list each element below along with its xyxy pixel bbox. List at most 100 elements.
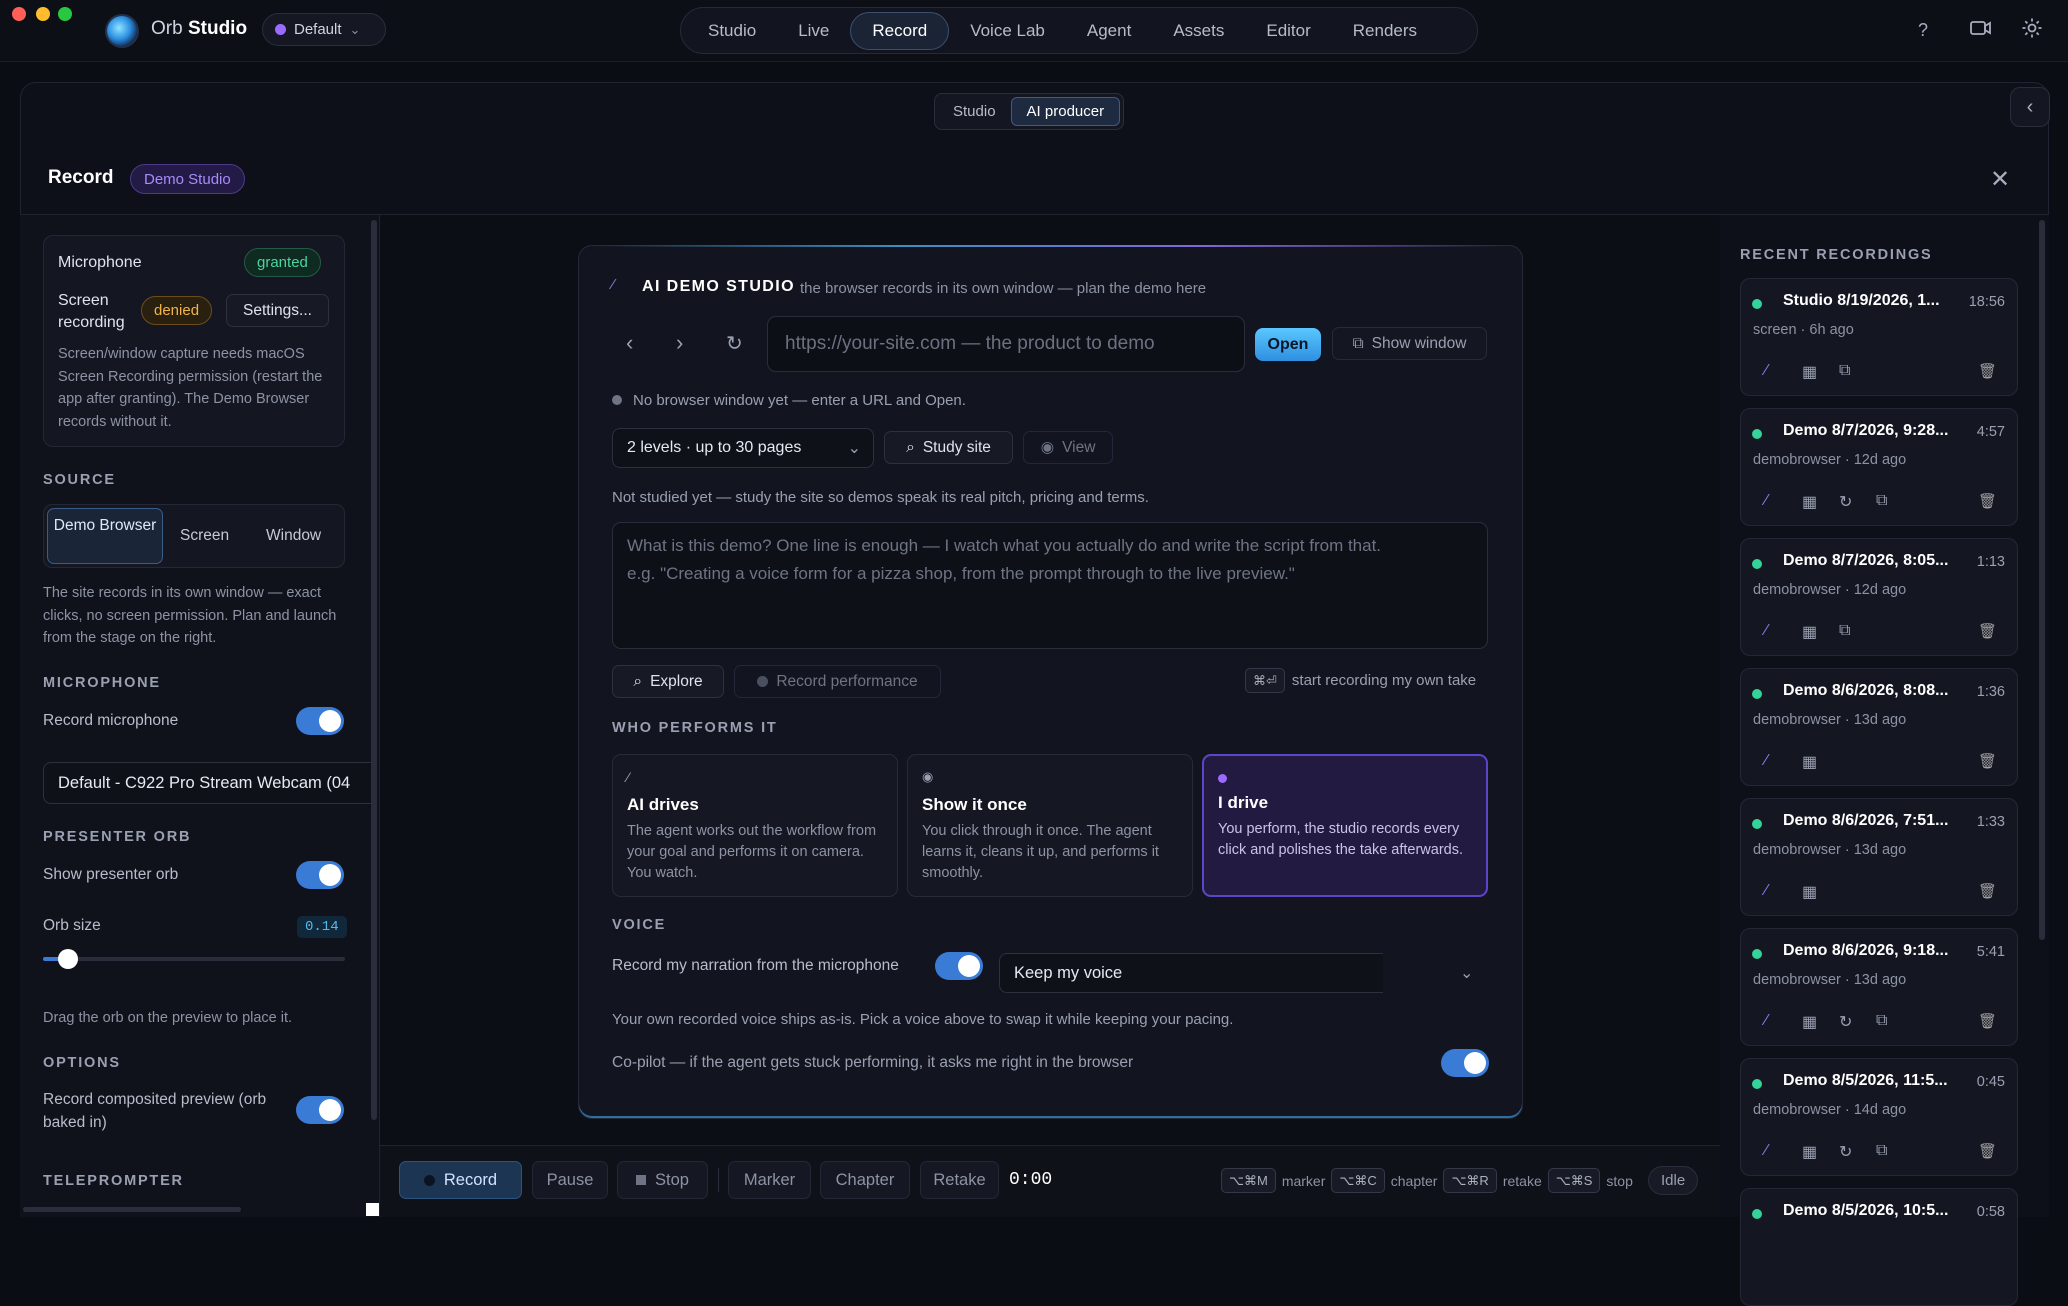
recording-item[interactable]: Demo 8/5/2026, 10:5... 0:58	[1740, 1188, 2018, 1306]
back-chevron-icon[interactable]: ‹	[626, 330, 633, 356]
source-screen[interactable]: Screen	[180, 527, 229, 545]
resize-handle[interactable]	[366, 1203, 379, 1216]
wand-icon[interactable]: ⁄	[1765, 882, 1768, 900]
trash-icon[interactable]: 🗑	[1978, 362, 1997, 380]
crawl-depth-select[interactable]: 2 levels · up to 30 pages ⌄	[612, 428, 874, 468]
show-presenter-orb-toggle[interactable]	[296, 861, 344, 889]
profile-selector[interactable]: Default ⌄	[262, 13, 386, 46]
recording-item[interactable]: Demo 8/6/2026, 9:18... 5:41 demobrowser · …	[1740, 928, 2018, 1046]
open-button[interactable]: Open	[1255, 328, 1321, 361]
film-icon[interactable]: ▦	[1802, 362, 1817, 382]
trash-icon[interactable]: 🗑	[1978, 492, 1997, 510]
mode-ai-producer[interactable]: AI producer	[1010, 97, 1121, 126]
demo-goal-textarea[interactable]: What is this demo? One line is enough — …	[612, 522, 1488, 649]
microphone-device-select[interactable]: Default - C922 Pro Stream Webcam (04	[43, 762, 371, 804]
copilot-toggle[interactable]	[1441, 1049, 1489, 1077]
source-window[interactable]: Window	[266, 527, 321, 545]
crawl-depth-value: 2 levels · up to 30 pages	[627, 439, 802, 456]
status-dot-icon	[1752, 429, 1762, 439]
close-window-icon[interactable]	[12, 7, 26, 21]
reload-icon[interactable]: ↻	[726, 331, 743, 356]
recording-item[interactable]: Demo 8/7/2026, 8:05... 1:13 demobrowser · …	[1740, 538, 2018, 656]
external-link-icon[interactable]: ⧉	[1876, 1142, 1887, 1160]
mode-studio[interactable]: Studio	[938, 97, 1011, 126]
chapter-button[interactable]: Chapter	[820, 1161, 910, 1199]
chevron-down-icon[interactable]: ⌄	[1460, 963, 1473, 983]
minimize-window-icon[interactable]	[36, 7, 50, 21]
nav-tab-assets[interactable]: Assets	[1152, 12, 1245, 50]
composited-preview-toggle[interactable]	[296, 1096, 344, 1124]
external-link-icon[interactable]: ⧉	[1876, 492, 1887, 510]
record-microphone-toggle[interactable]	[296, 707, 344, 735]
record-performance-button[interactable]: Record performance	[734, 665, 941, 698]
retake-button[interactable]: Retake	[920, 1161, 999, 1199]
nav-tab-voice-lab[interactable]: Voice Lab	[949, 12, 1066, 50]
wand-icon[interactable]: ⁄	[1765, 1012, 1768, 1030]
who-performs-heading: WHO PERFORMS IT	[612, 720, 778, 736]
url-input[interactable]: https://your-site.com — the product to d…	[767, 316, 1245, 372]
wand-icon[interactable]: ⁄	[1765, 752, 1768, 770]
wand-icon[interactable]: ⁄	[1765, 1142, 1768, 1160]
film-icon[interactable]: ▦	[1802, 622, 1817, 642]
zoom-window-icon[interactable]	[58, 7, 72, 21]
narration-toggle[interactable]	[935, 952, 983, 980]
close-icon[interactable]: ✕	[1990, 165, 2010, 194]
film-icon[interactable]: ▦	[1802, 752, 1817, 772]
trash-icon[interactable]: 🗑	[1978, 1012, 1997, 1030]
view-button[interactable]: ◉ View	[1023, 431, 1113, 464]
recording-item[interactable]: Demo 8/6/2026, 7:51... 1:33 demobrowser · …	[1740, 798, 2018, 916]
sidebar-horizontal-scrollbar[interactable]	[23, 1207, 241, 1212]
refresh-icon[interactable]: ↻	[1839, 1142, 1852, 1162]
sidebar-scrollbar[interactable]	[371, 220, 377, 1120]
trash-icon[interactable]: 🗑	[1978, 1142, 1997, 1160]
orb-hint: Drag the orb on the preview to place it.	[43, 1010, 293, 1026]
film-icon[interactable]: ▦	[1802, 1012, 1817, 1032]
source-demo-browser[interactable]: Demo Browser	[47, 508, 163, 564]
collapse-chevron-left-icon[interactable]: ‹	[2010, 87, 2050, 127]
refresh-icon[interactable]: ↻	[1839, 1012, 1852, 1032]
record-button[interactable]: Record	[399, 1161, 522, 1199]
recording-item[interactable]: Studio 8/19/2026, 1... 18:56 screen · 6h a…	[1740, 278, 2018, 396]
trash-icon[interactable]: 🗑	[1978, 752, 1997, 770]
recording-item[interactable]: Demo 8/5/2026, 11:5... 0:45 demobrowser · …	[1740, 1058, 2018, 1176]
external-link-icon[interactable]: ⧉	[1876, 1012, 1887, 1030]
film-icon[interactable]: ▦	[1802, 882, 1817, 902]
settings-gear-icon[interactable]	[2021, 17, 2043, 44]
permission-settings-button[interactable]: Settings...	[226, 294, 329, 327]
recording-item[interactable]: Demo 8/6/2026, 8:08... 1:36 demobrowser · …	[1740, 668, 2018, 786]
show-window-button[interactable]: ⧉ Show window	[1332, 327, 1487, 360]
performer-show-it-once[interactable]: ◉ Show it once You click through it once…	[907, 754, 1193, 897]
nav-tab-live[interactable]: Live	[777, 12, 850, 50]
explore-button[interactable]: ⌕ Explore	[612, 665, 724, 698]
pause-button[interactable]: Pause	[532, 1161, 608, 1199]
nav-tab-record[interactable]: Record	[850, 11, 950, 50]
nav-tab-editor[interactable]: Editor	[1245, 12, 1331, 50]
film-icon[interactable]: ▦	[1802, 1142, 1817, 1162]
external-link-icon[interactable]: ⧉	[1839, 362, 1850, 380]
nav-tab-renders[interactable]: Renders	[1332, 12, 1438, 50]
wand-icon[interactable]: ⁄	[1765, 362, 1768, 380]
trash-icon[interactable]: 🗑	[1978, 622, 1997, 640]
wand-icon[interactable]: ⁄	[1765, 492, 1768, 510]
help-icon[interactable]: ?	[1918, 20, 1928, 41]
nav-tab-agent[interactable]: Agent	[1066, 12, 1152, 50]
refresh-icon[interactable]: ↻	[1839, 492, 1852, 512]
wand-icon[interactable]: ⁄	[1765, 622, 1768, 640]
orb-size-slider-track[interactable]	[43, 957, 345, 961]
trash-icon[interactable]: 🗑	[1978, 882, 1997, 900]
external-link-icon[interactable]: ⧉	[1839, 622, 1850, 640]
stop-button[interactable]: Stop	[617, 1161, 708, 1199]
camera-icon[interactable]	[1970, 18, 1992, 43]
recordings-scrollbar[interactable]	[2039, 220, 2045, 940]
record-shortcut-hint: ⌘⏎ start recording my own take	[1245, 668, 1476, 693]
nav-tab-studio[interactable]: Studio	[687, 12, 777, 50]
performer-ai-drives[interactable]: ⁄ AI drives The agent works out the work…	[612, 754, 898, 897]
marker-button[interactable]: Marker	[728, 1161, 811, 1199]
performer-i-drive[interactable]: I drive You perform, the studio records …	[1202, 754, 1488, 897]
recording-item[interactable]: Demo 8/7/2026, 9:28... 4:57 demobrowser · …	[1740, 408, 2018, 526]
study-site-button[interactable]: ⌕ Study site	[884, 431, 1013, 464]
film-icon[interactable]: ▦	[1802, 492, 1817, 512]
voice-select[interactable]: Keep my voice	[999, 953, 1383, 993]
forward-chevron-icon[interactable]: ›	[676, 330, 683, 356]
orb-size-slider-handle[interactable]	[58, 949, 78, 969]
